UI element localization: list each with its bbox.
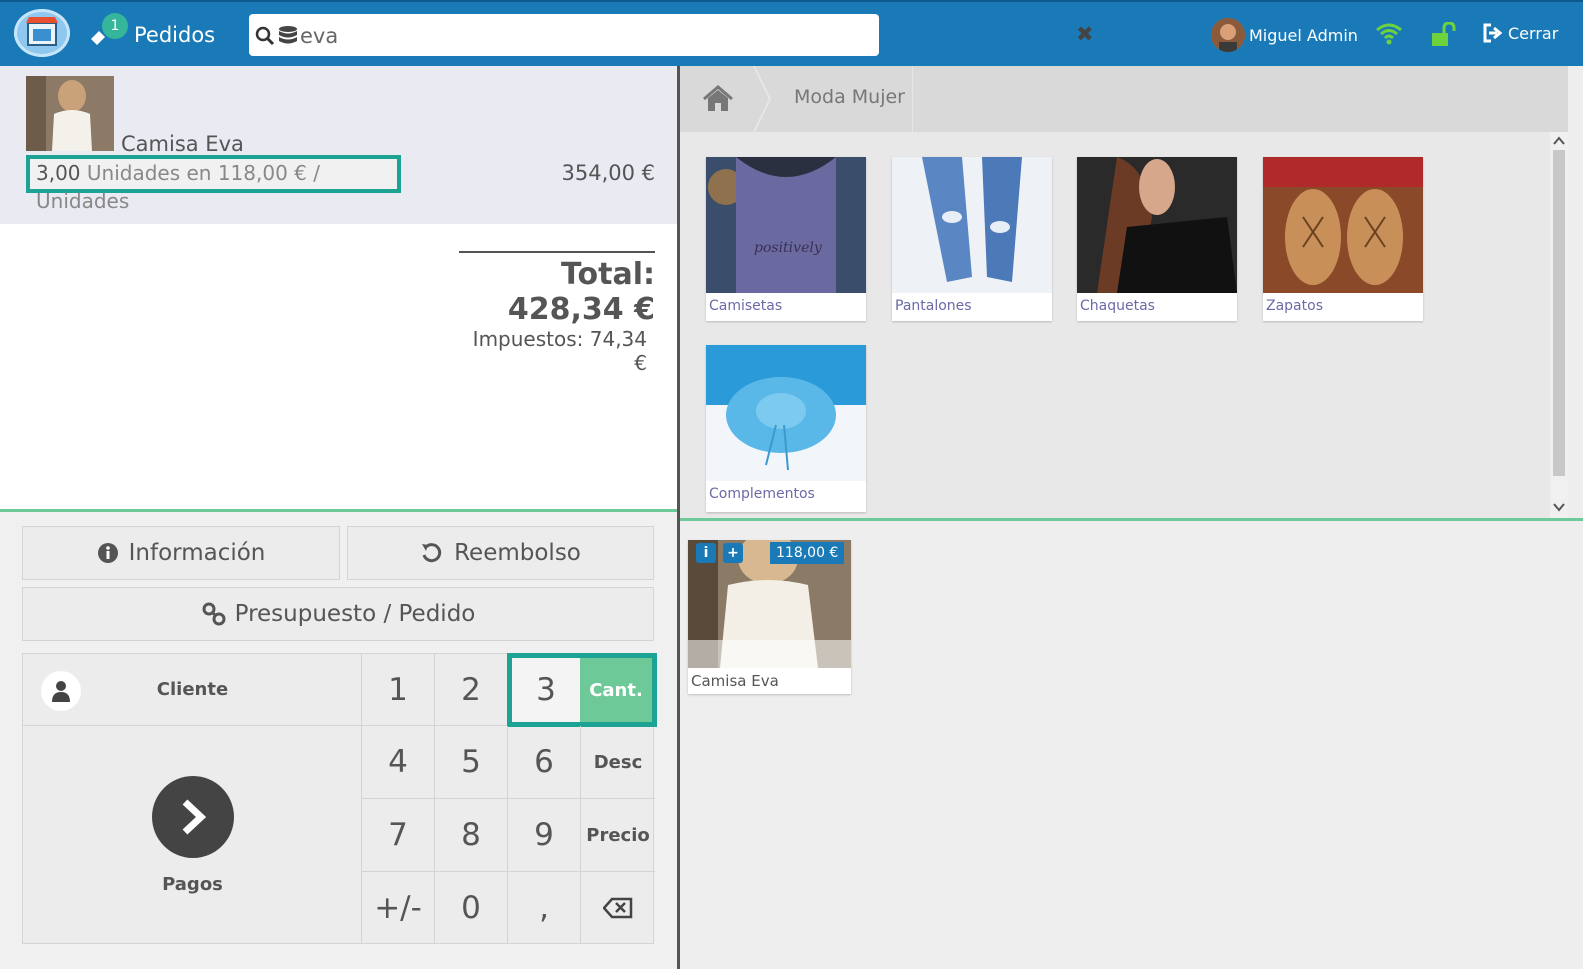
- numpad-key-9[interactable]: 9: [508, 799, 581, 872]
- breadcrumb-divider: [912, 66, 913, 132]
- numpad-key-4[interactable]: 4: [362, 726, 435, 799]
- svg-text:positively: positively: [754, 240, 823, 256]
- numpad-key-7[interactable]: 7: [362, 799, 435, 872]
- quantity-mode-selected: 3 Cant.: [507, 653, 657, 727]
- sign-out-icon: [1483, 23, 1503, 43]
- store-logo-icon[interactable]: [14, 9, 70, 57]
- user-menu[interactable]: Miguel Admin: [1211, 18, 1358, 52]
- category-image: [1077, 157, 1237, 293]
- category-image: positively: [706, 157, 866, 293]
- payment-button[interactable]: Pagos: [23, 726, 362, 944]
- product-thumbnail: [26, 76, 114, 151]
- order-pane: Camisa Eva 3,00 Unidades en 118,00 € / U…: [0, 66, 677, 969]
- search-icon: [255, 26, 275, 46]
- order-line-total: 354,00 €: [561, 161, 655, 185]
- order-line[interactable]: Camisa Eva 3,00 Unidades en 118,00 € / U…: [0, 66, 677, 224]
- numpad-key-1[interactable]: 1: [362, 654, 435, 726]
- database-icon[interactable]: [277, 24, 299, 46]
- product-name: Camisa Eva: [691, 672, 779, 690]
- order-summary: Total: 428,34 € Impuestos: 74,34 €: [459, 251, 655, 375]
- search-input[interactable]: eva: [300, 24, 338, 48]
- order-line-product-name: Camisa Eva: [121, 132, 244, 156]
- logout-button[interactable]: Cerrar: [1482, 22, 1558, 44]
- information-button[interactable]: Información: [22, 526, 340, 580]
- user-name: Miguel Admin: [1249, 25, 1358, 45]
- numpad: Cliente Pagos 1 2 3 Cant. 4 5 6 Desc 7 8…: [22, 653, 657, 944]
- numpad-key-comma[interactable]: ,: [508, 872, 581, 944]
- undo-icon: [422, 543, 442, 563]
- wifi-icon: [1374, 22, 1404, 50]
- breadcrumb: Moda Mujer: [680, 66, 1568, 132]
- client-label: Cliente: [156, 679, 229, 700]
- product-add-icon[interactable]: +: [723, 543, 743, 563]
- category-card-complementos[interactable]: Complementos: [706, 345, 866, 512]
- category-label: Pantalones: [895, 298, 972, 314]
- refund-button[interactable]: Reembolso: [347, 526, 654, 580]
- avatar: [1211, 18, 1245, 52]
- category-image: [706, 345, 866, 481]
- numpad-key-6[interactable]: 6: [508, 726, 581, 799]
- category-grid: positively Camisetas Pantalones Chaqueta…: [680, 132, 1550, 518]
- link-icon: [202, 602, 226, 626]
- numpad-key-5[interactable]: 5: [435, 726, 508, 799]
- top-bar: 1 Pedidos eva ✖ Miguel Admin Cerrar: [0, 0, 1583, 66]
- scroll-down-icon[interactable]: [1550, 500, 1568, 514]
- category-card-zapatos[interactable]: Zapatos: [1263, 157, 1423, 321]
- refund-label: Reembolso: [454, 540, 581, 566]
- control-panel: Información Reembolso Presupuesto / Pedi…: [0, 509, 677, 969]
- numpad-key-2[interactable]: 2: [435, 654, 508, 726]
- category-image: [1263, 157, 1423, 293]
- information-label: Información: [128, 540, 266, 566]
- product-list: i + 118,00 € Camisa Eva: [680, 518, 1583, 969]
- backspace-button[interactable]: [581, 872, 655, 944]
- scroll-up-icon[interactable]: [1550, 134, 1568, 148]
- scrollbar-thumb[interactable]: [1553, 150, 1565, 476]
- quote-order-button[interactable]: Presupuesto / Pedido: [22, 587, 654, 641]
- home-icon[interactable]: [680, 66, 755, 132]
- numpad-key-3[interactable]: 3: [512, 658, 580, 722]
- price-mode-button[interactable]: Precio: [581, 799, 655, 872]
- category-label: Chaquetas: [1080, 298, 1155, 314]
- category-label: Complementos: [709, 486, 815, 502]
- category-scrollbar[interactable]: [1550, 132, 1568, 518]
- orders-label: Pedidos: [134, 23, 216, 47]
- category-card-camisetas[interactable]: positively Camisetas: [706, 157, 866, 321]
- clear-search-icon[interactable]: ✖: [1076, 22, 1094, 46]
- unlock-icon[interactable]: [1430, 21, 1458, 52]
- breadcrumb-separator: [753, 66, 772, 132]
- quote-order-label: Presupuesto / Pedido: [234, 601, 476, 627]
- order-line-quantity: 3,00: [36, 161, 81, 185]
- category-card-chaquetas[interactable]: Chaquetas: [1077, 157, 1237, 321]
- order-total: Total: 428,34 €: [507, 257, 655, 327]
- category-label: Camisetas: [709, 298, 783, 314]
- logout-label: Cerrar: [1508, 23, 1559, 43]
- orders-badge: 1: [102, 13, 128, 39]
- order-line-info: 3,00 Unidades en 118,00 € / Unidades: [26, 155, 401, 213]
- chevron-right-icon: [152, 776, 234, 858]
- search-box[interactable]: eva ✖: [249, 14, 1094, 56]
- backspace-icon: [603, 897, 633, 919]
- product-card[interactable]: i + 118,00 € Camisa Eva: [688, 540, 851, 694]
- category-label: Zapatos: [1266, 298, 1323, 314]
- client-button[interactable]: Cliente: [23, 654, 362, 726]
- orders-button[interactable]: 1 Pedidos: [88, 13, 216, 54]
- numpad-key-0[interactable]: 0: [435, 872, 508, 944]
- category-card-pantalones[interactable]: Pantalones: [892, 157, 1052, 321]
- order-taxes: Impuestos: 74,34 €: [472, 327, 647, 375]
- info-circle-icon: [97, 543, 118, 563]
- quantity-mode-button[interactable]: Cant.: [580, 658, 652, 722]
- breadcrumb-category[interactable]: Moda Mujer: [794, 86, 905, 108]
- catalog-pane: Moda Mujer positively Camisetas Pantalon…: [680, 66, 1583, 969]
- numpad-key-8[interactable]: 8: [435, 799, 508, 872]
- payment-label: Pagos: [162, 874, 223, 895]
- product-info-icon[interactable]: i: [696, 543, 716, 563]
- numpad-key-sign[interactable]: +/-: [362, 872, 435, 944]
- product-price-tag: 118,00 €: [770, 542, 845, 564]
- category-image: [892, 157, 1052, 293]
- discount-mode-button[interactable]: Desc: [581, 726, 655, 799]
